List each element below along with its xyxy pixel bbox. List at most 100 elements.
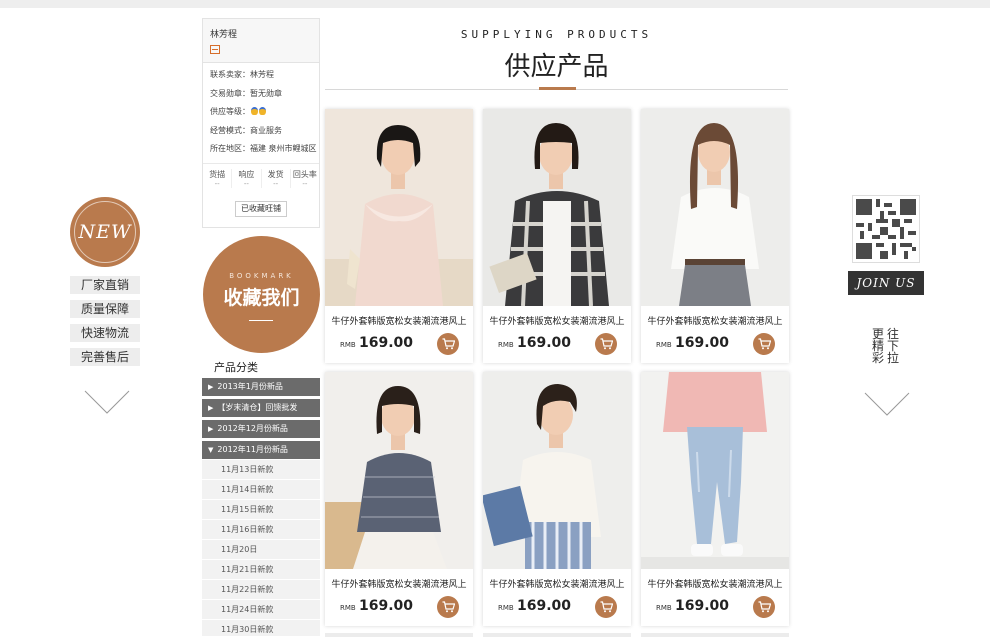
category-item[interactable]: 11月20日 (202, 540, 320, 560)
category-item[interactable]: 11月22日新款 (202, 580, 320, 600)
category-group[interactable]: ▶ 2012年12月份新品 (202, 420, 320, 438)
category-item[interactable]: 11月24日新款 (202, 600, 320, 620)
seller-location: 所在地区：福建 泉州市鲤城区 (210, 144, 317, 153)
bookmark-cn-label: 收藏我们 (223, 287, 300, 309)
product-name[interactable]: 牛仔外套韩版宽松女装潮流港风上 (483, 577, 631, 590)
seller-level-label: 供应等级： (210, 107, 250, 116)
price-currency: RMB (498, 604, 514, 612)
product-photo[interactable] (641, 109, 789, 306)
qr-code-icon (856, 199, 916, 259)
chevron-down-icon (84, 390, 130, 414)
favorite-shop-button[interactable]: 已收藏旺铺 (235, 200, 287, 217)
title-accent (539, 87, 576, 90)
caret-right-icon: ▶ (208, 404, 214, 412)
price-currency: RMB (498, 341, 514, 349)
seller-header: 林芳程 (203, 19, 319, 63)
product-card[interactable]: 牛仔外套韩版宽松女装潮流港风上 RMB 169.00 (325, 109, 473, 363)
feature-factory-direct: 厂家直销 (70, 276, 140, 294)
product-card[interactable]: 牛仔外套韩版宽松女装潮流港风上 RMB 169.00 (325, 372, 473, 626)
category-item[interactable]: 11月21日新款 (202, 560, 320, 580)
price-value: 169.00 (675, 335, 730, 351)
cart-icon (442, 338, 455, 350)
seller-name: 林芳程 (210, 30, 238, 40)
product-name[interactable]: 牛仔外套韩版宽松女装潮流港风上 (641, 577, 789, 590)
product-photo[interactable] (325, 109, 473, 306)
caret-down-icon: ▼ (208, 446, 214, 454)
product-card[interactable]: 牛仔外套韩版宽松女装潮流港风上 RMB 169.00 (483, 109, 631, 363)
cart-icon (758, 601, 771, 613)
category-item[interactable]: 11月13日新款 (202, 460, 320, 480)
top-bar (0, 0, 990, 8)
price-currency: RMB (340, 341, 356, 349)
product-photo[interactable] (641, 372, 789, 569)
stat-response: 响应 -- (232, 168, 262, 188)
bookmark-button[interactable]: BOOKMARK 收藏我们 (203, 236, 320, 353)
bookmark-divider (249, 320, 273, 321)
category-group[interactable]: ▶ 2013年1月份新品 (202, 378, 320, 396)
seller-medal: 交易勋章：暂无勋章 (210, 88, 282, 98)
cart-icon (600, 601, 613, 613)
cart-icon (600, 338, 613, 350)
product-photo[interactable] (483, 372, 631, 569)
bookmark-en-label: BOOKMARK (229, 272, 294, 280)
price-currency: RMB (656, 604, 672, 612)
scroll-hint: 往下拉 (886, 327, 899, 365)
feature-quality: 质量保障 (70, 300, 140, 318)
price-value: 169.00 (517, 598, 572, 614)
caret-right-icon: ▶ (208, 383, 214, 391)
chevron-down-icon (864, 392, 910, 416)
category-item[interactable]: 11月30日新款 (202, 620, 320, 637)
cart-icon (442, 601, 455, 613)
add-to-cart-button[interactable] (753, 596, 775, 618)
seller-stats: 货描 -- 响应 -- 发货 -- 回头率 -- (203, 162, 319, 188)
seller-panel: 林芳程 联系卖家：林芳程 交易勋章：暂无勋章 供应等级： 经营模式：商业服务 所… (202, 18, 320, 228)
category-title: 产品分类 (214, 361, 258, 374)
product-photo[interactable] (483, 109, 631, 306)
price-value: 169.00 (517, 335, 572, 351)
stat-repurchase: 回头率 -- (292, 169, 317, 188)
new-badge: NEW (70, 197, 140, 267)
add-to-cart-button[interactable] (595, 596, 617, 618)
price-value: 169.00 (359, 598, 414, 614)
seller-contact[interactable]: 联系卖家：林芳程 (203, 66, 319, 85)
add-to-cart-button[interactable] (437, 596, 459, 618)
cart-icon (758, 338, 771, 350)
seller-mode: 经营模式：商业服务 (210, 125, 282, 135)
category-item[interactable]: 11月15日新款 (202, 500, 320, 520)
feature-after-sales: 完善售后 (70, 348, 140, 366)
price-value: 169.00 (675, 598, 730, 614)
product-card[interactable]: 牛仔外套韩版宽松女装潮流港风上 RMB 169.00 (641, 372, 789, 626)
scroll-hint-more: 更精彩 (871, 327, 884, 365)
stat-shipping: 发货 -- (262, 168, 291, 188)
stat-description: 货描 -- (203, 168, 233, 188)
product-name[interactable]: 牛仔外套韩版宽松女装潮流港风上 (641, 314, 789, 327)
add-to-cart-button[interactable] (753, 333, 775, 355)
feature-logistics: 快速物流 (70, 324, 140, 342)
add-to-cart-button[interactable] (437, 333, 459, 355)
product-name[interactable]: 牛仔外套韩版宽松女装潮流港风上 (483, 314, 631, 327)
caret-right-icon: ▶ (208, 425, 214, 433)
category-group-expanded[interactable]: ▼ 2012年11月份新品 (202, 441, 320, 459)
price-value: 169.00 (359, 335, 414, 351)
medal-icon (251, 107, 258, 115)
product-card-partial (483, 633, 631, 637)
product-card-partial (325, 633, 473, 637)
category-item[interactable]: 11月14日新款 (202, 480, 320, 500)
section-title: 供应产品 (504, 52, 609, 82)
category-group[interactable]: ▶ 【岁末清仓】回馈批发 (202, 399, 320, 417)
certificate-icon (210, 45, 220, 54)
price-currency: RMB (656, 341, 672, 349)
join-us-button[interactable]: JOIN US (848, 271, 924, 295)
product-card[interactable]: 牛仔外套韩版宽松女装潮流港风上 RMB 169.00 (641, 109, 789, 363)
product-name[interactable]: 牛仔外套韩版宽松女装潮流港风上 (325, 577, 473, 590)
product-card-partial (641, 633, 789, 637)
price-currency: RMB (340, 604, 356, 612)
section-title-en: SUPPLYING PRODUCTS (460, 28, 653, 41)
add-to-cart-button[interactable] (595, 333, 617, 355)
category-item[interactable]: 11月16日新款 (202, 520, 320, 540)
medal-icon (259, 107, 266, 115)
product-name[interactable]: 牛仔外套韩版宽松女装潮流港风上 (325, 314, 473, 327)
seller-level: 供应等级： (203, 103, 319, 122)
product-card[interactable]: 牛仔外套韩版宽松女装潮流港风上 RMB 169.00 (483, 372, 631, 626)
product-photo[interactable] (325, 372, 473, 569)
